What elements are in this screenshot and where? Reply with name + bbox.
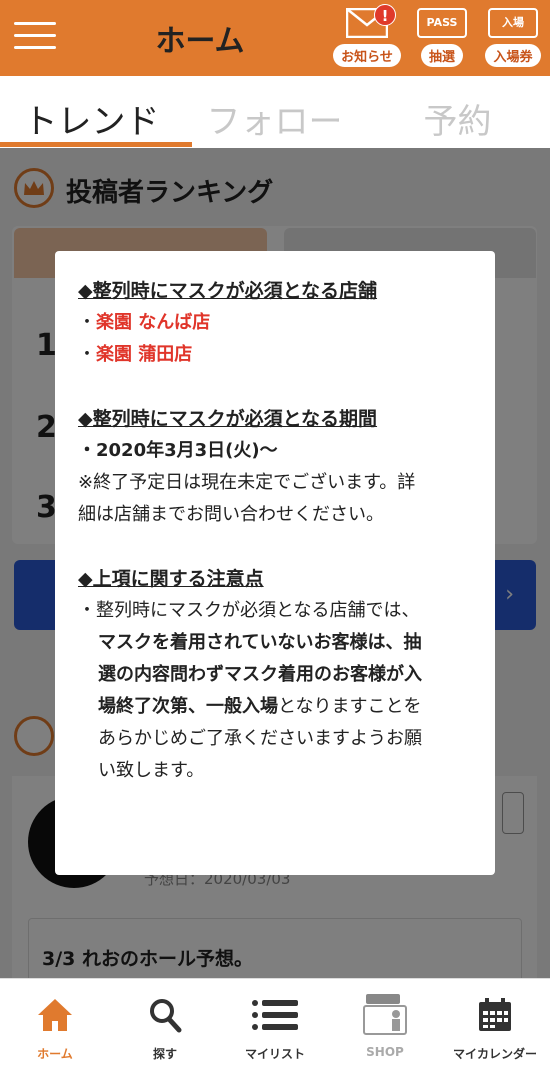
home-icon [0,993,110,1037]
caution-line: あらかじめご了承くださいますようお願 [98,728,422,749]
lottery-button[interactable]: PASS 抽選 [405,4,479,70]
lottery-label: 抽選 [420,44,463,67]
caution-line: ・整列時にマスクが必須となる店舗では、 [78,600,420,621]
calendar-icon [440,993,550,1037]
tab-follow[interactable]: フォロー [183,94,366,143]
stores-heading: ◆整列時にマスクが必須となる店舗 [78,280,378,302]
hamburger-menu-icon[interactable] [14,22,56,50]
notice-badge: ! [374,4,396,26]
tab-bar: トレンド フォロー 予約 [0,76,550,148]
nav-calendar-label: マイカレンダー [452,1047,537,1061]
tab-reservation[interactable]: 予約 [366,94,549,143]
page-title: ホーム [155,24,245,59]
nav-search[interactable]: 探す [110,993,220,1062]
mask-notice-modal: ◆整列時にマスクが必須となる店舗 ・楽園 なんば店 ・楽園 蒲田店 ◆整列時にマ… [55,251,495,875]
nav-shop[interactable]: SHOP [330,993,440,1059]
caution-heading: ◆上項に関する注意点 [78,568,264,590]
entry-ticket-icon: 入場 [476,4,550,42]
nav-calendar[interactable]: マイカレンダー [440,993,550,1062]
caution-line: い致します。 [98,760,205,781]
period-value: ・2020年3月3日(火)〜 [78,440,278,461]
period-note-line: ※終了予定日は現在未定でございます。詳 [78,472,416,493]
tab-trend[interactable]: トレンド [0,94,183,143]
list-icon [220,993,330,1037]
period-heading: ◆整列時にマスクが必須となる期間 [78,408,378,430]
shop-icon [330,993,440,1037]
store-item: ・楽園 なんば店 [78,312,211,333]
store-item: ・楽園 蒲田店 [78,344,193,365]
app-header: ホーム ! お知らせ PASS 抽選 入場 入場券 [0,0,550,76]
nav-search-label: 探す [152,1047,177,1061]
nav-mylist-label: マイリスト [244,1047,305,1061]
notice-label: お知らせ [333,44,401,67]
nav-home-label: ホーム [37,1047,73,1061]
bottom-nav: ホーム 探す マイリスト SHOP マイカレンダー [0,978,550,1076]
caution-line: 選の内容問わずマスク着用のお客様が入 [98,664,422,685]
tab-active-indicator [0,142,192,147]
entry-ticket-label: 入場券 [485,44,541,67]
notice-button[interactable]: ! お知らせ [330,4,404,70]
search-icon [110,993,220,1037]
nav-shop-label: SHOP [366,1045,404,1059]
caution-line: マスクを着用されていないお客様は、抽 [98,632,422,653]
caution-line: 場終了次第、一般入場となりますことを [98,696,422,717]
period-note-line: 細は店舗までお問い合わせください。 [78,504,384,525]
nav-home[interactable]: ホーム [0,993,110,1062]
pass-ticket-icon: PASS [405,4,479,42]
nav-mylist[interactable]: マイリスト [220,993,330,1062]
entry-ticket-button[interactable]: 入場 入場券 [476,4,550,70]
